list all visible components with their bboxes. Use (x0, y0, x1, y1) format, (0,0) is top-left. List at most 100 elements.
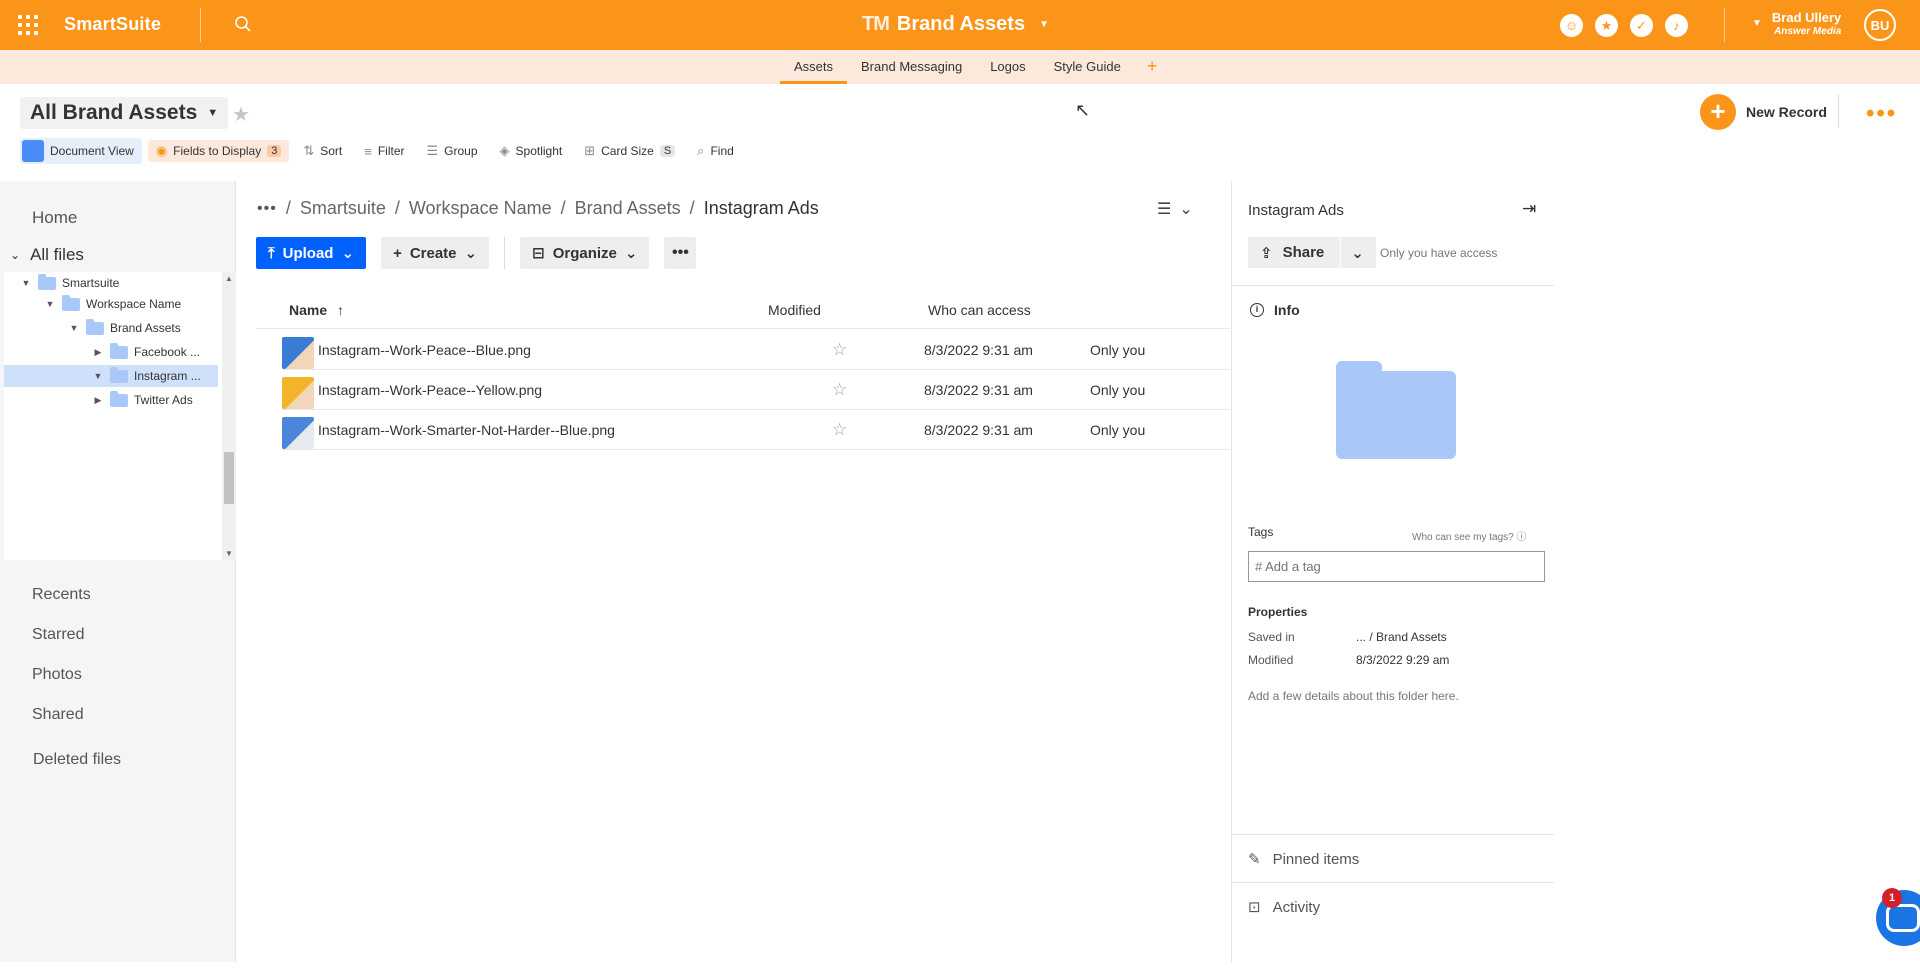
divider (504, 237, 506, 269)
team-icon[interactable]: ☺ (1560, 14, 1583, 37)
group-icon: ☰ (426, 143, 439, 158)
card-size-button[interactable]: ⊞ Card Size S (576, 140, 683, 162)
list-view-toggle[interactable]: ☰ ⌄ (1157, 199, 1193, 219)
breadcrumb-item[interactable]: Workspace Name (409, 198, 552, 219)
tree-item-brand-assets[interactable]: ▼ Brand Assets (4, 317, 218, 339)
add-tab-button[interactable]: + (1135, 50, 1170, 84)
star-icon[interactable]: ☆ (832, 380, 847, 400)
plus-icon: + (1700, 94, 1736, 130)
more-options-icon[interactable]: ••• (1866, 100, 1897, 128)
star-icon[interactable]: ☆ (832, 420, 847, 440)
scrollbar-thumb[interactable] (224, 452, 234, 504)
more-path-icon[interactable]: ••• (257, 200, 277, 218)
file-name[interactable]: Instagram--Work-Peace--Blue.png (318, 342, 531, 358)
favorites-star-icon[interactable]: ★ (1595, 14, 1618, 37)
name-header-label: Name (289, 302, 328, 318)
tags-help-link[interactable]: Who can see my tags? ⓘ (1412, 528, 1527, 543)
spotlight-label: Spotlight (515, 144, 563, 158)
saved-in-value[interactable]: ... / Brand Assets (1356, 630, 1447, 644)
new-record-button[interactable]: + New Record (1700, 94, 1827, 130)
more-actions-button[interactable]: ••• (664, 237, 697, 269)
fields-to-display-button[interactable]: ◉ Fields to Display 3 (147, 140, 290, 162)
tree-item-smartsuite[interactable]: ▼ Smartsuite (4, 272, 218, 294)
nav-photos[interactable]: Photos (32, 666, 82, 684)
tab-brand-messaging[interactable]: Brand Messaging (847, 50, 976, 84)
apps-grid-icon[interactable] (18, 15, 38, 35)
sort-button[interactable]: ⇅ Sort (295, 140, 350, 162)
scroll-down-arrow-icon[interactable]: ▼ (225, 549, 233, 558)
chevron-down-icon: ▼ (21, 278, 31, 288)
view-selector[interactable]: All Brand Assets ▼ (20, 97, 229, 129)
column-name-header[interactable]: Name ↑ (289, 302, 344, 318)
nav-all-files[interactable]: ⌄ All files (10, 245, 84, 265)
scroll-up-arrow-icon[interactable]: ▲ (225, 274, 233, 283)
nav-recents[interactable]: Recents (32, 586, 91, 604)
tree-item-instagram[interactable]: ▼ Instagram ... (4, 365, 218, 387)
document-view-button[interactable]: Document View (20, 138, 142, 164)
spotlight-button[interactable]: ◈ Spotlight (492, 140, 571, 162)
notifications-bell-icon[interactable]: ♪ (1665, 14, 1688, 37)
pinned-items-section[interactable]: ✎ Pinned items (1248, 850, 1359, 869)
folder-tree: ▼ Smartsuite ▼ Workspace Name ▼ Brand As… (4, 272, 222, 560)
tab-style-guide[interactable]: Style Guide (1040, 50, 1135, 84)
tree-item-facebook[interactable]: ▶ Facebook ... (4, 341, 218, 363)
avatar[interactable]: BU (1864, 9, 1896, 41)
app-logo[interactable]: SmartSuite (64, 14, 161, 35)
column-access-header[interactable]: Who can access (928, 302, 1031, 318)
divider (1724, 8, 1725, 42)
create-button[interactable]: + Create ⌄ (381, 237, 490, 269)
divider (1232, 834, 1554, 835)
share-button[interactable]: ⇪ Share ⌄ (1248, 237, 1376, 268)
find-button[interactable]: ⌕ Find (689, 140, 742, 162)
chevron-down-icon[interactable]: ⌄ (1351, 244, 1364, 262)
column-modified-header[interactable]: Modified (768, 302, 821, 318)
user-menu[interactable]: ▼ Brad Ullery Answer Media (1752, 10, 1841, 38)
pin-icon: ✎ (1248, 851, 1261, 868)
breadcrumb-item[interactable]: Smartsuite (300, 198, 386, 219)
group-button[interactable]: ☰ Group (419, 140, 486, 162)
tree-item-twitter-ads[interactable]: ▶ Twitter Ads (4, 389, 218, 411)
solution-logo: TM (862, 13, 890, 35)
nav-shared[interactable]: Shared (32, 706, 84, 724)
chevron-down-icon: ⌄ (1179, 201, 1193, 218)
folder-icon (110, 390, 128, 407)
solution-title[interactable]: TM Brand Assets ▼ (862, 13, 1049, 36)
file-name[interactable]: Instagram--Work-Smarter-Not-Harder--Blue… (318, 422, 615, 438)
tree-item-workspace-name[interactable]: ▼ Workspace Name (4, 293, 218, 315)
file-name[interactable]: Instagram--Work-Peace--Yellow.png (318, 382, 542, 398)
tree-scrollbar[interactable]: ▲ ▼ (222, 272, 236, 560)
tasks-check-icon[interactable]: ✓ (1630, 14, 1653, 37)
activity-section[interactable]: ⊡ Activity (1248, 898, 1320, 917)
table-row[interactable]: Instagram--Work-Peace--Yellow.png ☆ 8/3/… (282, 370, 1230, 410)
search-icon[interactable] (234, 15, 252, 33)
filter-button[interactable]: ≡ Filter (356, 141, 412, 162)
upload-button[interactable]: ⤒ Upload ⌄ (256, 237, 367, 269)
sort-label: Sort (320, 144, 343, 158)
nav-deleted-files[interactable]: Deleted files (33, 751, 121, 769)
chevron-down-icon: ⌄ (10, 248, 21, 262)
favorite-view-star-icon[interactable]: ★ (232, 102, 250, 127)
chevron-down-icon: ▼ (45, 299, 55, 309)
find-label: Find (710, 144, 734, 158)
card-size-label: Card Size (601, 144, 654, 158)
collapse-panel-icon[interactable]: ⇥ (1522, 199, 1536, 219)
nav-starred[interactable]: Starred (32, 626, 84, 644)
star-icon[interactable]: ☆ (832, 340, 847, 360)
group-label: Group (444, 144, 478, 158)
tags-help-label: Who can see my tags? (1412, 532, 1514, 543)
organize-button[interactable]: ⊟ Organize ⌄ (520, 237, 650, 269)
tab-logos[interactable]: Logos (976, 50, 1039, 84)
tab-assets[interactable]: Assets (780, 50, 848, 84)
organize-label: Organize (552, 244, 617, 262)
file-access: Only you (1090, 422, 1146, 438)
divider (200, 8, 201, 42)
add-tag-input[interactable] (1248, 551, 1545, 582)
folder-organize-icon: ⊟ (532, 245, 545, 262)
activity-icon: ⊡ (1248, 899, 1261, 916)
table-row[interactable]: Instagram--Work-Smarter-Not-Harder--Blue… (282, 410, 1230, 450)
breadcrumb-item[interactable]: Brand Assets (575, 198, 681, 219)
document-view-label: Document View (50, 144, 134, 158)
table-row[interactable]: Instagram--Work-Peace--Blue.png ☆ 8/3/20… (282, 330, 1230, 370)
nav-home[interactable]: Home (32, 208, 77, 228)
folder-description[interactable]: Add a few details about this folder here… (1248, 689, 1459, 703)
